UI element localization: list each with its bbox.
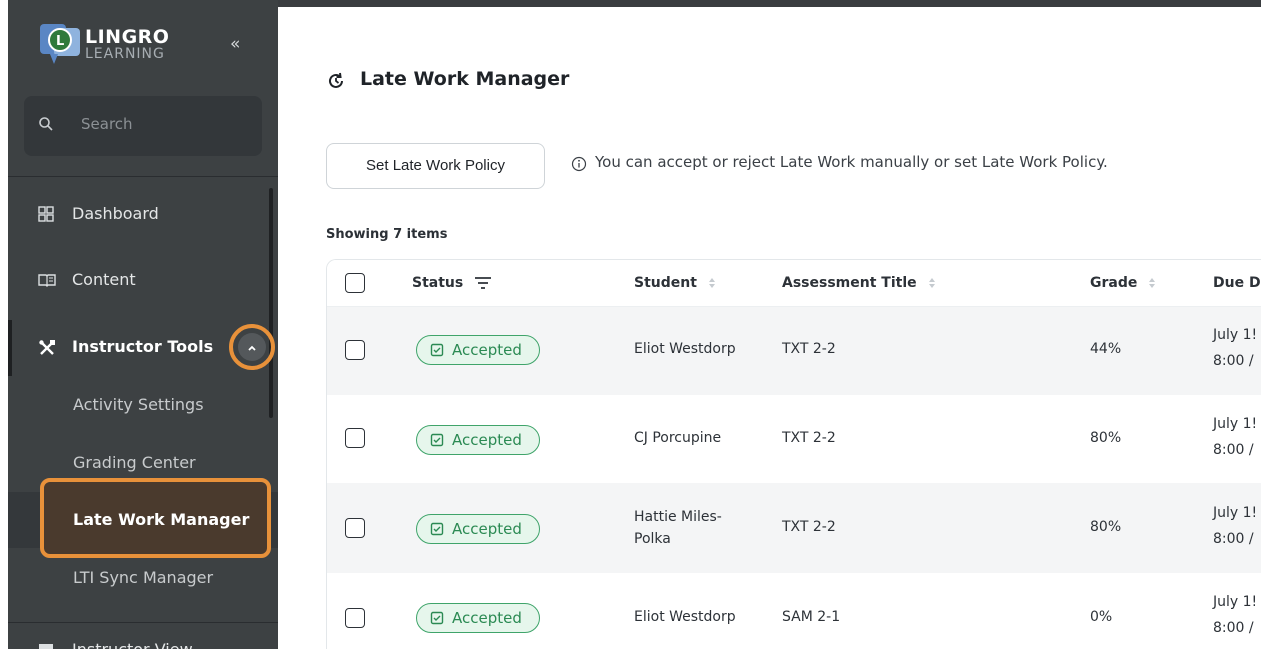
- status-badge-label: Accepted: [452, 431, 522, 449]
- status-badge: Accepted: [416, 425, 540, 455]
- row-checkbox[interactable]: [345, 340, 365, 360]
- sidebar-scrollbar[interactable]: [269, 188, 273, 418]
- due-time: 8:00 /: [1213, 620, 1254, 636]
- column-header-student[interactable]: Student: [634, 275, 716, 291]
- row-checkbox[interactable]: [345, 518, 365, 538]
- student-name: Eliot Westdorp: [634, 341, 736, 357]
- svg-text:L: L: [56, 34, 64, 49]
- student-name: Eliot Westdorp: [634, 609, 736, 625]
- row-checkbox[interactable]: [345, 428, 365, 448]
- expand-collapse-button[interactable]: [229, 324, 275, 370]
- brand-name: LINGRO: [85, 26, 170, 48]
- search-input[interactable]: Search: [24, 96, 262, 156]
- due-time: 8:00 /: [1213, 353, 1254, 369]
- logo-icon: L: [40, 24, 80, 64]
- chevron-up-icon: [248, 345, 256, 351]
- status-badge-label: Accepted: [452, 520, 522, 538]
- due-time: 8:00 /: [1213, 442, 1254, 458]
- sort-icon[interactable]: [708, 277, 716, 289]
- filter-icon[interactable]: [474, 276, 492, 290]
- column-header-due-date[interactable]: Due D: [1213, 275, 1261, 291]
- top-bar: [278, 0, 1261, 7]
- sidebar-item-label: Instructor View: [72, 640, 193, 649]
- column-header-status[interactable]: Status: [412, 275, 492, 291]
- table-row: Accepted Eliot Westdorp TXT 2-2 44% July…: [327, 307, 1261, 395]
- status-badge-label: Accepted: [452, 341, 522, 359]
- brand-logo[interactable]: L LINGRO LEARNING: [40, 22, 190, 68]
- sort-icon[interactable]: [928, 277, 936, 289]
- column-header-label: Student: [634, 275, 697, 291]
- clipboard-check-icon: [430, 611, 444, 625]
- status-badge: Accepted: [416, 335, 540, 365]
- assessment-title: TXT 2-2: [782, 519, 836, 535]
- clipboard-check-icon: [430, 522, 444, 536]
- clock-history-icon: [329, 72, 343, 88]
- sort-icon[interactable]: [1148, 277, 1156, 289]
- grade-value: 44%: [1090, 341, 1122, 357]
- assessment-title: TXT 2-2: [782, 341, 836, 357]
- info-message-text: You can accept or reject Late Work manua…: [595, 153, 1108, 171]
- brand-subname: LEARNING: [85, 46, 165, 62]
- set-late-work-policy-button[interactable]: Set Late Work Policy: [326, 143, 545, 189]
- due-date: July 1!: [1213, 594, 1258, 610]
- divider: [8, 176, 278, 177]
- active-section-indicator: [8, 320, 12, 376]
- row-checkbox[interactable]: [345, 608, 365, 628]
- due-date: July 1!: [1213, 505, 1258, 521]
- column-header-label: Status: [412, 275, 464, 291]
- sidebar: L LINGRO LEARNING « Search Dashboard Con…: [8, 0, 278, 649]
- column-header-label: Grade: [1090, 275, 1138, 291]
- book-icon: [38, 274, 56, 287]
- student-name: Hattie Miles-Polka: [634, 509, 722, 547]
- late-work-table: Status Student Assessment Title Grade Du…: [326, 259, 1261, 649]
- sidebar-item-late-work-manager[interactable]: Late Work Manager: [73, 510, 249, 529]
- grade-value: 0%: [1090, 609, 1113, 625]
- status-badge: Accepted: [416, 603, 540, 633]
- collapse-sidebar-button[interactable]: «: [230, 34, 240, 54]
- search-icon: [39, 117, 53, 131]
- divider: [8, 622, 278, 623]
- item-count: Showing 7 items: [326, 227, 448, 242]
- clipboard-check-icon: [430, 343, 444, 357]
- search-placeholder: Search: [81, 115, 133, 133]
- table-row: Accepted Eliot Westdorp SAM 2-1 0% July …: [327, 573, 1261, 649]
- student-name: CJ Porcupine: [634, 430, 722, 446]
- sidebar-item-label: Instructor Tools: [72, 337, 214, 356]
- due-date: July 1!: [1213, 327, 1258, 343]
- due-date: July 1!: [1213, 416, 1258, 432]
- table-row: Accepted CJ Porcupine TXT 2-2 80% July 1…: [327, 395, 1261, 483]
- info-icon: [571, 156, 587, 172]
- column-header-grade[interactable]: Grade: [1090, 275, 1156, 291]
- table-row: Accepted Hattie Miles-Polka TXT 2-2 80% …: [327, 483, 1261, 573]
- dashboard-icon: [38, 206, 54, 222]
- sidebar-item-label: Dashboard: [72, 204, 159, 223]
- column-header-assessment-title[interactable]: Assessment Title: [782, 275, 936, 291]
- clipboard-check-icon: [430, 433, 444, 447]
- table-header-row: Status Student Assessment Title Grade Du…: [327, 260, 1261, 307]
- status-badge: Accepted: [416, 514, 540, 544]
- assessment-title: SAM 2-1: [782, 609, 841, 625]
- column-header-label: Assessment Title: [782, 275, 917, 291]
- sidebar-item-grading-center[interactable]: Grading Center: [73, 453, 196, 472]
- sidebar-item-lti-sync-manager[interactable]: LTI Sync Manager: [73, 568, 213, 587]
- status-badge-label: Accepted: [452, 609, 522, 627]
- due-time: 8:00 /: [1213, 531, 1254, 547]
- page-title-text: Late Work Manager: [360, 68, 570, 90]
- select-all-checkbox[interactable]: [345, 273, 365, 293]
- grade-value: 80%: [1090, 519, 1122, 535]
- sidebar-item-activity-settings[interactable]: Activity Settings: [73, 395, 204, 414]
- monitor-icon: [39, 644, 53, 649]
- tools-icon: [39, 340, 55, 355]
- assessment-title: TXT 2-2: [782, 430, 836, 446]
- sidebar-item-label: Content: [72, 270, 136, 289]
- grade-value: 80%: [1090, 430, 1122, 446]
